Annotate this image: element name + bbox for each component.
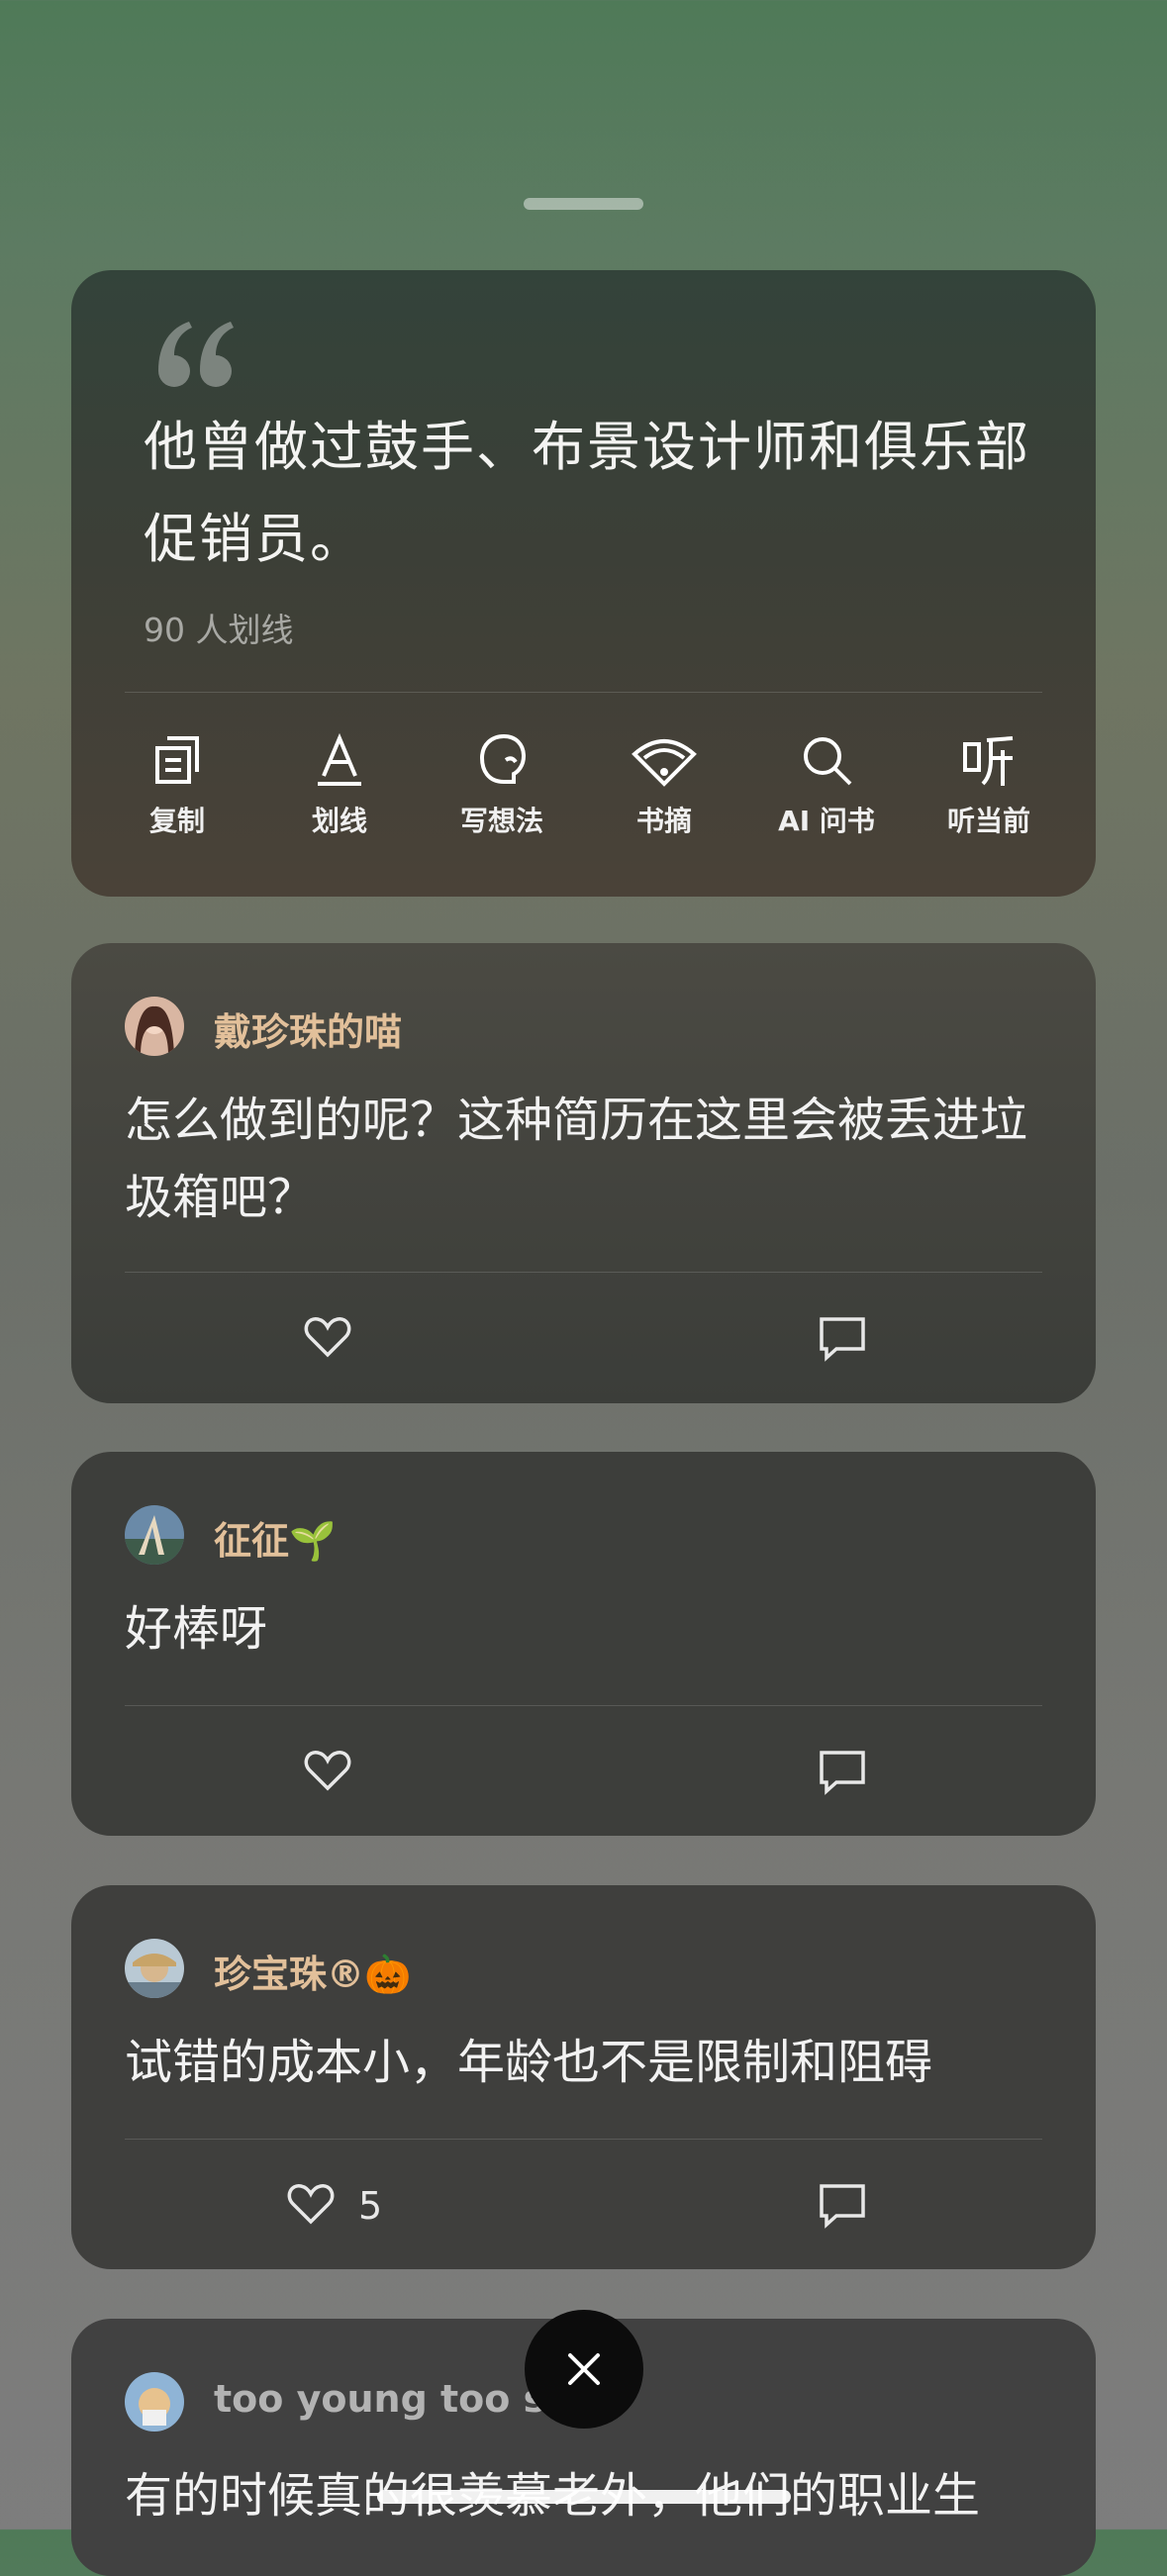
action-thought-label: 写想法 <box>459 805 543 837</box>
close-button[interactable] <box>525 2310 643 2429</box>
reply-comment-icon[interactable] <box>819 1750 866 1795</box>
copy-icon <box>155 736 199 784</box>
action-copy[interactable]: 复制 <box>98 732 256 839</box>
reply-comment-icon[interactable] <box>819 1316 866 1362</box>
close-icon <box>568 2353 600 2385</box>
thought-icon <box>479 733 527 784</box>
like-count: 5 <box>358 2184 383 2228</box>
highlight-count: 90 人划线 <box>144 611 294 649</box>
username[interactable]: too young too si <box>214 2377 558 2421</box>
action-listen[interactable]: 听当前 <box>910 732 1068 839</box>
quote-text: 他曾做过鼓手、布景设计师和俱乐部促销员。 <box>144 416 1030 570</box>
action-ai-ask-label: AI 问书 <box>778 805 875 837</box>
action-copy-label: 复制 <box>148 805 205 837</box>
listen-icon <box>963 736 1014 786</box>
action-excerpt-label: 书摘 <box>635 805 692 837</box>
action-underline-label: 划线 <box>311 805 367 837</box>
underline-icon <box>318 732 361 786</box>
comment-divider <box>125 1272 1042 1273</box>
action-excerpt[interactable]: 书摘 <box>585 732 743 839</box>
search-icon <box>804 737 852 786</box>
comment-divider <box>125 2139 1042 2140</box>
action-listen-label: 听当前 <box>946 805 1030 837</box>
username[interactable]: 戴珍珠的喵 <box>214 1002 402 1056</box>
reply-comment-icon[interactable] <box>819 2183 866 2229</box>
username[interactable]: 征征🌱 <box>214 1510 336 1565</box>
quote-mark-icon <box>158 322 234 387</box>
avatar[interactable] <box>125 997 184 1056</box>
avatar[interactable] <box>125 1505 184 1565</box>
sheet-grabber[interactable] <box>524 198 643 210</box>
like-heart-icon[interactable] <box>304 1315 351 1359</box>
quote-divider <box>125 692 1042 693</box>
comment-text: 试错的成本小，年龄也不是限制和阻碍 <box>125 2035 933 2090</box>
home-indicator <box>377 2490 791 2504</box>
excerpt-icon <box>632 739 697 787</box>
avatar[interactable] <box>125 1939 184 1998</box>
comment-text: 怎么做到的呢？这种简历在这里会被丢进垃圾箱吧？ <box>125 1093 1028 1225</box>
action-underline[interactable]: 划线 <box>260 732 419 839</box>
like-heart-icon[interactable] <box>304 1749 351 1792</box>
like-heart-icon[interactable] <box>287 2182 335 2226</box>
action-thought[interactable]: 写想法 <box>423 732 581 839</box>
username[interactable]: 珍宝珠®🎃 <box>214 1944 411 1998</box>
comment-divider <box>125 1705 1042 1706</box>
avatar[interactable] <box>125 2372 184 2432</box>
comment-text: 好棒呀 <box>125 1601 268 1657</box>
action-ai-ask[interactable]: AI 问书 <box>747 732 906 839</box>
